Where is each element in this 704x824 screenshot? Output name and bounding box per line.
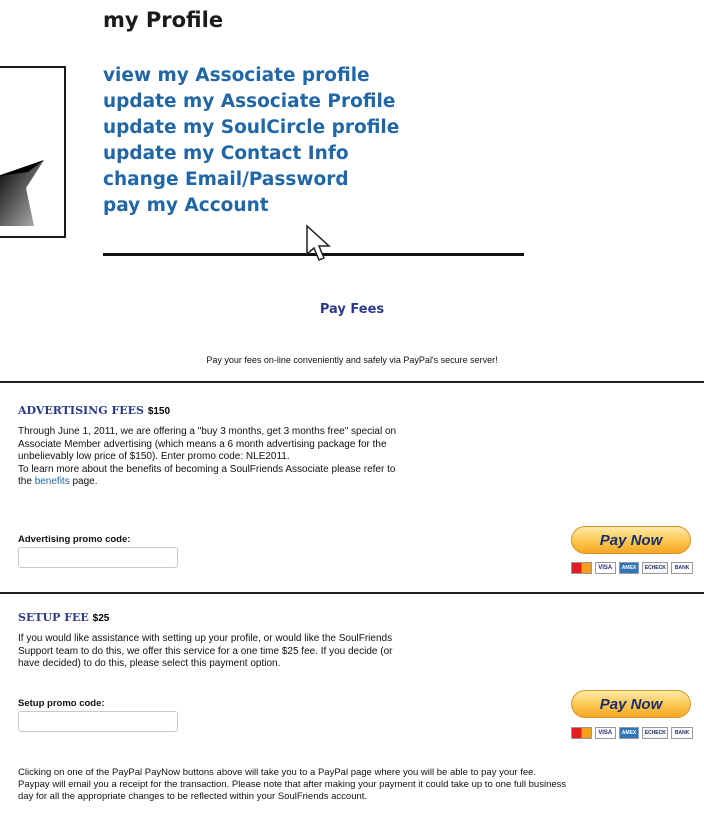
advertising-line: To learn more about the benefits of beco…: [18, 463, 396, 475]
advertising-promo-input[interactable]: [18, 547, 178, 568]
payment-cards: VISA AMEX ECHECK BANK: [571, 562, 693, 574]
setup-promo-label: Setup promo code:: [18, 698, 105, 709]
setup-promo-input[interactable]: [18, 711, 178, 732]
section-divider: [0, 381, 704, 383]
profile-links: view my Associate profile update my Asso…: [103, 63, 399, 219]
setup-fee-price: $25: [92, 613, 110, 624]
update-contact-info-link[interactable]: update my Contact Info: [103, 141, 399, 167]
setup-fee-title: SETUP FEE: [18, 611, 89, 624]
advertising-fees-price: $150: [147, 406, 171, 417]
advertising-line: Associate Member advertising (which mean…: [18, 438, 387, 450]
advertising-line: the benefits page.: [18, 476, 396, 489]
footer-line: Clicking on one of the PayPal PayNow but…: [18, 767, 537, 778]
setup-pay-now-button[interactable]: Pay Now: [571, 690, 691, 718]
section-divider: [0, 592, 704, 594]
profile-image-fragment: [0, 66, 66, 238]
image-graphic: [0, 160, 44, 226]
mouse-cursor-icon: [306, 224, 331, 261]
amex-icon: AMEX: [618, 727, 640, 739]
advertising-promo-label: Advertising promo code:: [18, 534, 131, 545]
footer-line: day for all the appropriate changes to b…: [18, 791, 368, 803]
advertising-line: unbelievably low price of $150). Enter p…: [18, 451, 290, 463]
pay-fees-heading: Pay Fees: [319, 302, 385, 317]
benefits-suffix: page.: [69, 476, 98, 488]
visa-icon: VISA: [594, 562, 616, 574]
change-email-password-link[interactable]: change Email/Password: [103, 167, 399, 193]
setup-line: have decided) to do this, please select …: [18, 658, 281, 670]
echeck-icon: ECHECK: [642, 562, 669, 574]
mastercard-icon: [571, 727, 592, 739]
profile-title: my Profile: [103, 8, 224, 32]
visa-icon: VISA: [594, 727, 616, 739]
setup-description: If you would like assistance with settin…: [18, 633, 392, 671]
amex-icon: AMEX: [618, 562, 640, 574]
payment-cards: VISA AMEX ECHECK BANK: [571, 727, 693, 739]
setup-line: Support team to do this, we offer this s…: [18, 645, 393, 657]
setup-line: If you would like assistance with settin…: [18, 633, 393, 644]
footer-note: Clicking on one of the PayPal PayNow but…: [18, 767, 704, 804]
bank-icon: BANK: [671, 562, 693, 574]
pay-fees-intro: Pay your fees on-line conveniently and s…: [206, 355, 498, 365]
benefits-link[interactable]: benefits: [35, 476, 70, 487]
bank-icon: BANK: [671, 727, 693, 739]
advertising-fees-title: ADVERTISING FEES: [18, 404, 144, 417]
view-associate-profile-link[interactable]: view my Associate profile: [103, 63, 399, 89]
update-associate-profile-link[interactable]: update my Associate Profile: [103, 89, 399, 115]
pay-my-account-link[interactable]: pay my Account: [103, 193, 399, 219]
advertising-description: Through June 1, 2011, we are offering a …: [18, 426, 396, 489]
advertising-line: Through June 1, 2011, we are offering a …: [18, 426, 397, 437]
mastercard-icon: [571, 562, 592, 574]
footer-line: Paypay will email you a receipt for the …: [18, 779, 567, 791]
update-soulcircle-profile-link[interactable]: update my SoulCircle profile: [103, 115, 399, 141]
setup-fee-heading: SETUP FEE $25: [18, 611, 109, 624]
advertising-fees-heading: ADVERTISING FEES $150: [18, 404, 170, 417]
echeck-icon: ECHECK: [642, 727, 669, 739]
advertising-pay-now-button[interactable]: Pay Now: [571, 526, 691, 554]
benefits-prefix: the: [18, 476, 35, 488]
